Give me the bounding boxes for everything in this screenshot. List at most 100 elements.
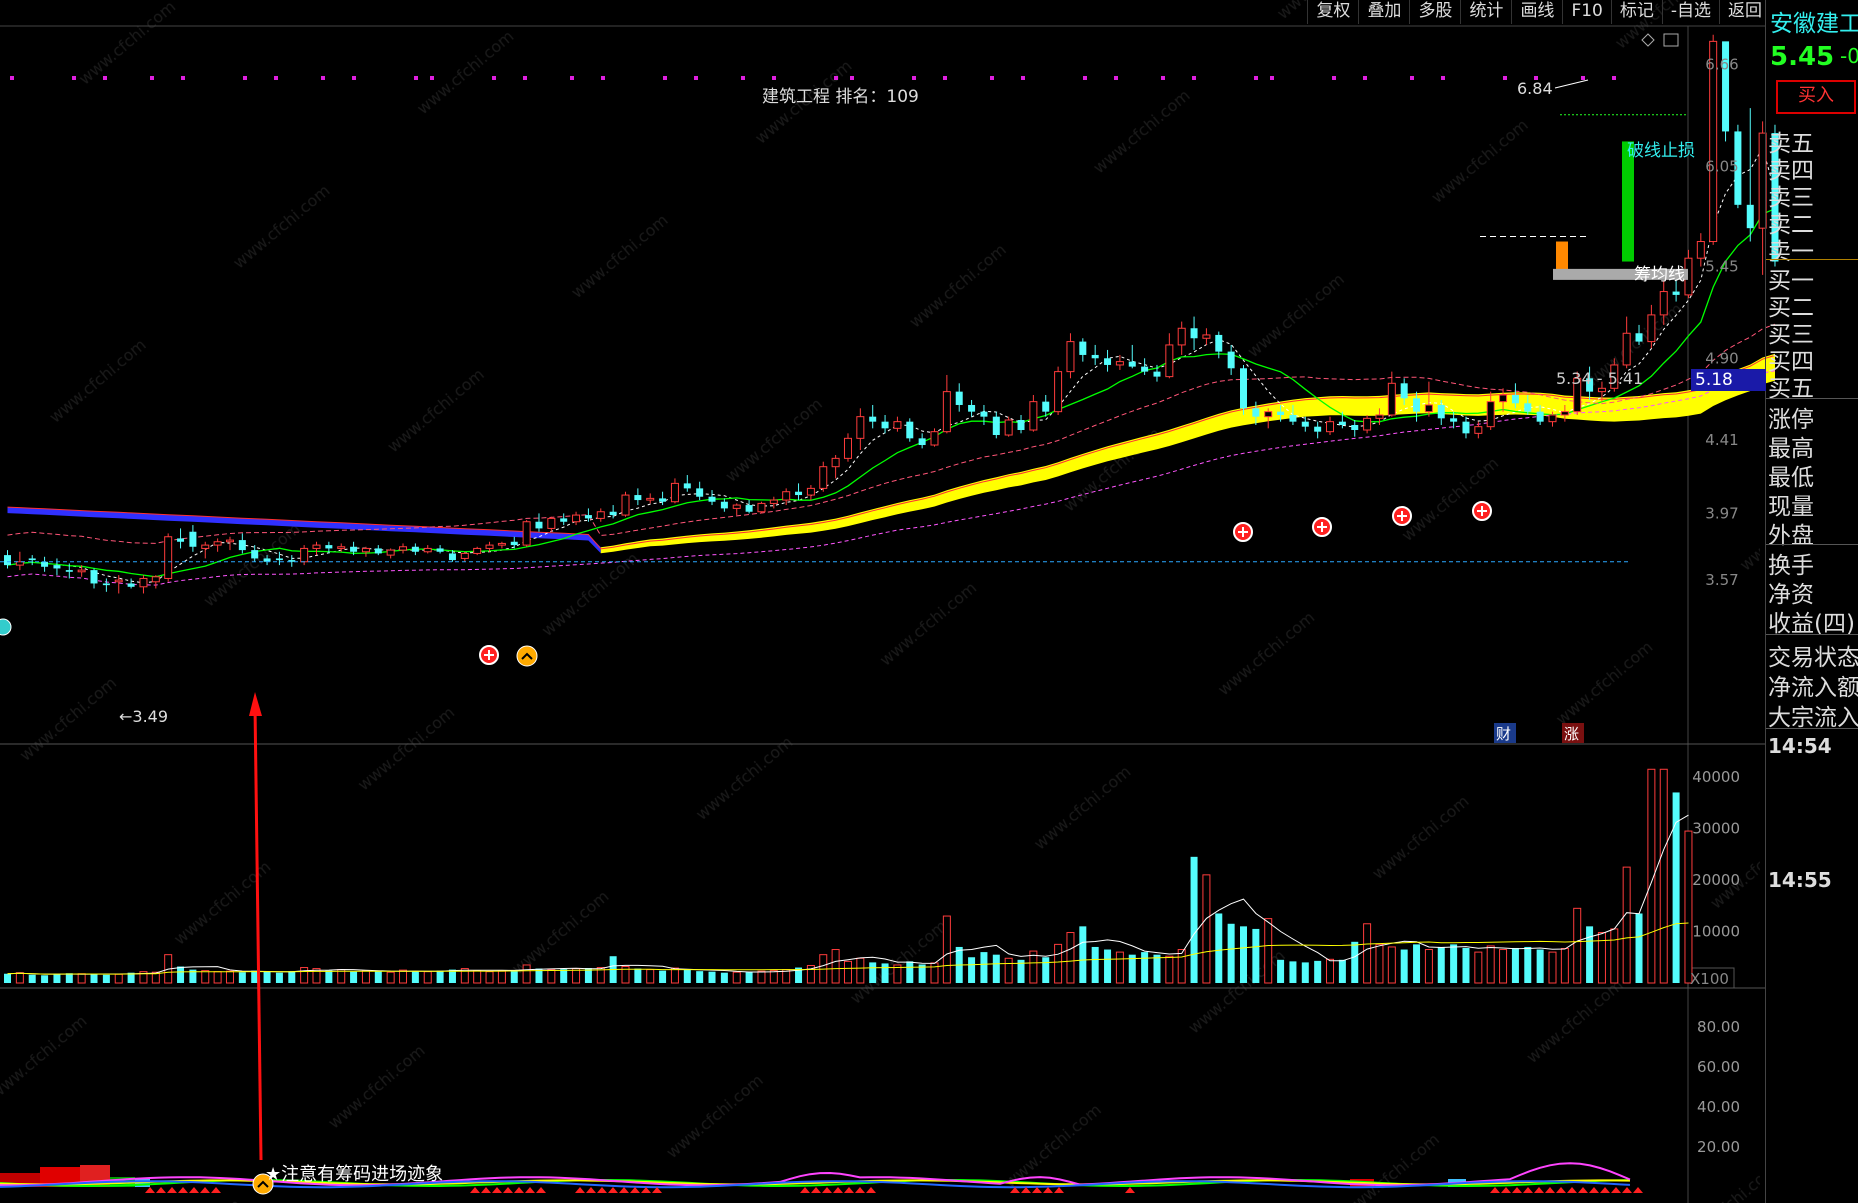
chart-canvas[interactable]: www.cfchi.com 6.666.055.454.904.413.973.… bbox=[0, 0, 1858, 1203]
candle-body-up bbox=[77, 569, 86, 573]
candle-body-down bbox=[1511, 394, 1519, 404]
candle-body-up bbox=[769, 499, 778, 504]
volume-bar-up bbox=[1054, 943, 1063, 984]
toolbar-mark-button[interactable]: 标记 bbox=[1610, 0, 1662, 24]
volume-bar-up bbox=[1326, 958, 1335, 984]
volume-bar-down bbox=[881, 963, 889, 983]
candle-body-up bbox=[1004, 419, 1013, 436]
volume-bar-down bbox=[4, 973, 11, 983]
signal-dot bbox=[321, 76, 325, 80]
candle-body-down bbox=[1252, 408, 1260, 417]
volume-bar-down bbox=[1240, 926, 1247, 983]
candle-body-up bbox=[1375, 414, 1384, 419]
low-price-label: ←3.49 bbox=[119, 707, 168, 726]
candle-body-up bbox=[930, 431, 939, 446]
candle-body-down bbox=[1524, 403, 1532, 412]
volume-bar-down bbox=[992, 954, 1000, 983]
volume-bar-up bbox=[732, 971, 741, 984]
watermark-layer bbox=[0, 0, 1760, 1203]
volume-bar-down bbox=[1091, 946, 1099, 983]
candle-body-up bbox=[1177, 327, 1186, 346]
candle-body-up bbox=[1696, 241, 1705, 259]
candle-body-up bbox=[893, 421, 902, 429]
toolbar-multi-stock-button[interactable]: 多股 bbox=[1409, 0, 1460, 24]
candle-body-down bbox=[1190, 328, 1198, 339]
volume-bar-down bbox=[1301, 962, 1309, 983]
signal-dot bbox=[1410, 76, 1414, 80]
candle-body-up bbox=[1622, 332, 1631, 366]
volume-bar-up bbox=[213, 971, 222, 984]
candle-body-down bbox=[560, 518, 568, 522]
volume-bar-down bbox=[28, 974, 36, 983]
volume-bar-up bbox=[1659, 768, 1668, 984]
volume-bar-down bbox=[510, 970, 518, 983]
volume-tick-label: 10000 bbox=[1692, 923, 1740, 941]
candle-body-up bbox=[1054, 371, 1063, 413]
volume-bar-down bbox=[275, 972, 283, 983]
signal-dot bbox=[1021, 76, 1025, 80]
signal-dot bbox=[570, 76, 574, 80]
buy-button[interactable]: 买入 bbox=[1776, 80, 1856, 114]
volume-bar-up bbox=[1264, 918, 1273, 984]
toolbar-overlay-button[interactable]: 叠加 bbox=[1358, 0, 1409, 24]
volume-bar-up bbox=[1375, 943, 1384, 984]
tick-time: 14:55 bbox=[1768, 868, 1832, 892]
volume-bar-down bbox=[1190, 856, 1198, 983]
toolbar-watchlist-button[interactable]: -自选 bbox=[1661, 0, 1719, 24]
candle-body-down bbox=[1153, 371, 1161, 377]
volume-tick-label: 30000 bbox=[1692, 820, 1740, 838]
volume-bar-up bbox=[473, 970, 482, 984]
volume-bar-down bbox=[436, 970, 444, 983]
candle-body-up bbox=[1499, 394, 1508, 403]
volume-bar-up bbox=[1499, 949, 1508, 984]
candle-body-up bbox=[1560, 411, 1569, 416]
divider bbox=[1766, 634, 1858, 635]
signal-dot bbox=[772, 76, 776, 80]
candle-body-up bbox=[1165, 344, 1174, 378]
volume-bar-down bbox=[65, 973, 73, 983]
volume-bar-down bbox=[696, 971, 704, 983]
candle-body-up bbox=[15, 561, 24, 566]
volume-bar-down bbox=[1042, 957, 1050, 983]
candle-body-up bbox=[337, 546, 346, 549]
candle-body-down bbox=[1338, 421, 1346, 425]
candle-body-down bbox=[795, 491, 803, 496]
candle-body-down bbox=[1450, 418, 1458, 422]
volume-bar-down bbox=[374, 971, 382, 983]
volume-bar-down bbox=[325, 970, 333, 983]
candle-body-down bbox=[1635, 333, 1643, 342]
signal-dot bbox=[1270, 76, 1274, 80]
volume-bar-up bbox=[646, 969, 655, 984]
volume-bar-down bbox=[683, 969, 691, 983]
stock-name[interactable]: 安徽建工 bbox=[1770, 4, 1858, 38]
toolbar-draw-button[interactable]: 画线 bbox=[1511, 0, 1562, 24]
volume-bar-up bbox=[1066, 932, 1075, 984]
volume-bar-up bbox=[769, 970, 778, 984]
candle-body-down bbox=[634, 495, 642, 501]
signal-dot bbox=[10, 76, 14, 80]
candle-body-down bbox=[4, 555, 11, 566]
signal-dot bbox=[1192, 76, 1196, 80]
candle-body-down bbox=[745, 505, 753, 512]
volume-bar-up bbox=[77, 973, 86, 984]
candle-body-up bbox=[1202, 334, 1211, 339]
chart-title: 建筑工程 排名：109 bbox=[762, 87, 919, 107]
volume-bar-down bbox=[659, 970, 667, 983]
candle-body-down bbox=[1079, 341, 1087, 355]
signal-dot bbox=[912, 76, 916, 80]
divider bbox=[1766, 398, 1858, 399]
toolbar-fuquan-button[interactable]: 复权 bbox=[1307, 0, 1358, 24]
toolbar-stats-button[interactable]: 统计 bbox=[1460, 0, 1511, 24]
kline-stage[interactable]: www.cfchi.com 6.666.055.454.904.413.973.… bbox=[0, 0, 1858, 1203]
toolbar-f10-button[interactable]: F10 bbox=[1562, 0, 1610, 24]
volume-bar-up bbox=[1474, 951, 1483, 984]
candle-body-down bbox=[992, 416, 1000, 436]
price-tick-label: 6.05 bbox=[1705, 157, 1738, 175]
volume-bar-down bbox=[1536, 949, 1544, 983]
candle-body-down bbox=[350, 546, 358, 552]
candle-body-up bbox=[300, 547, 309, 563]
candle-body-down bbox=[869, 416, 877, 422]
toolbar-back-button[interactable]: 返回 bbox=[1719, 0, 1770, 24]
candle-body-up bbox=[547, 517, 556, 529]
signal-dot bbox=[1612, 76, 1616, 80]
